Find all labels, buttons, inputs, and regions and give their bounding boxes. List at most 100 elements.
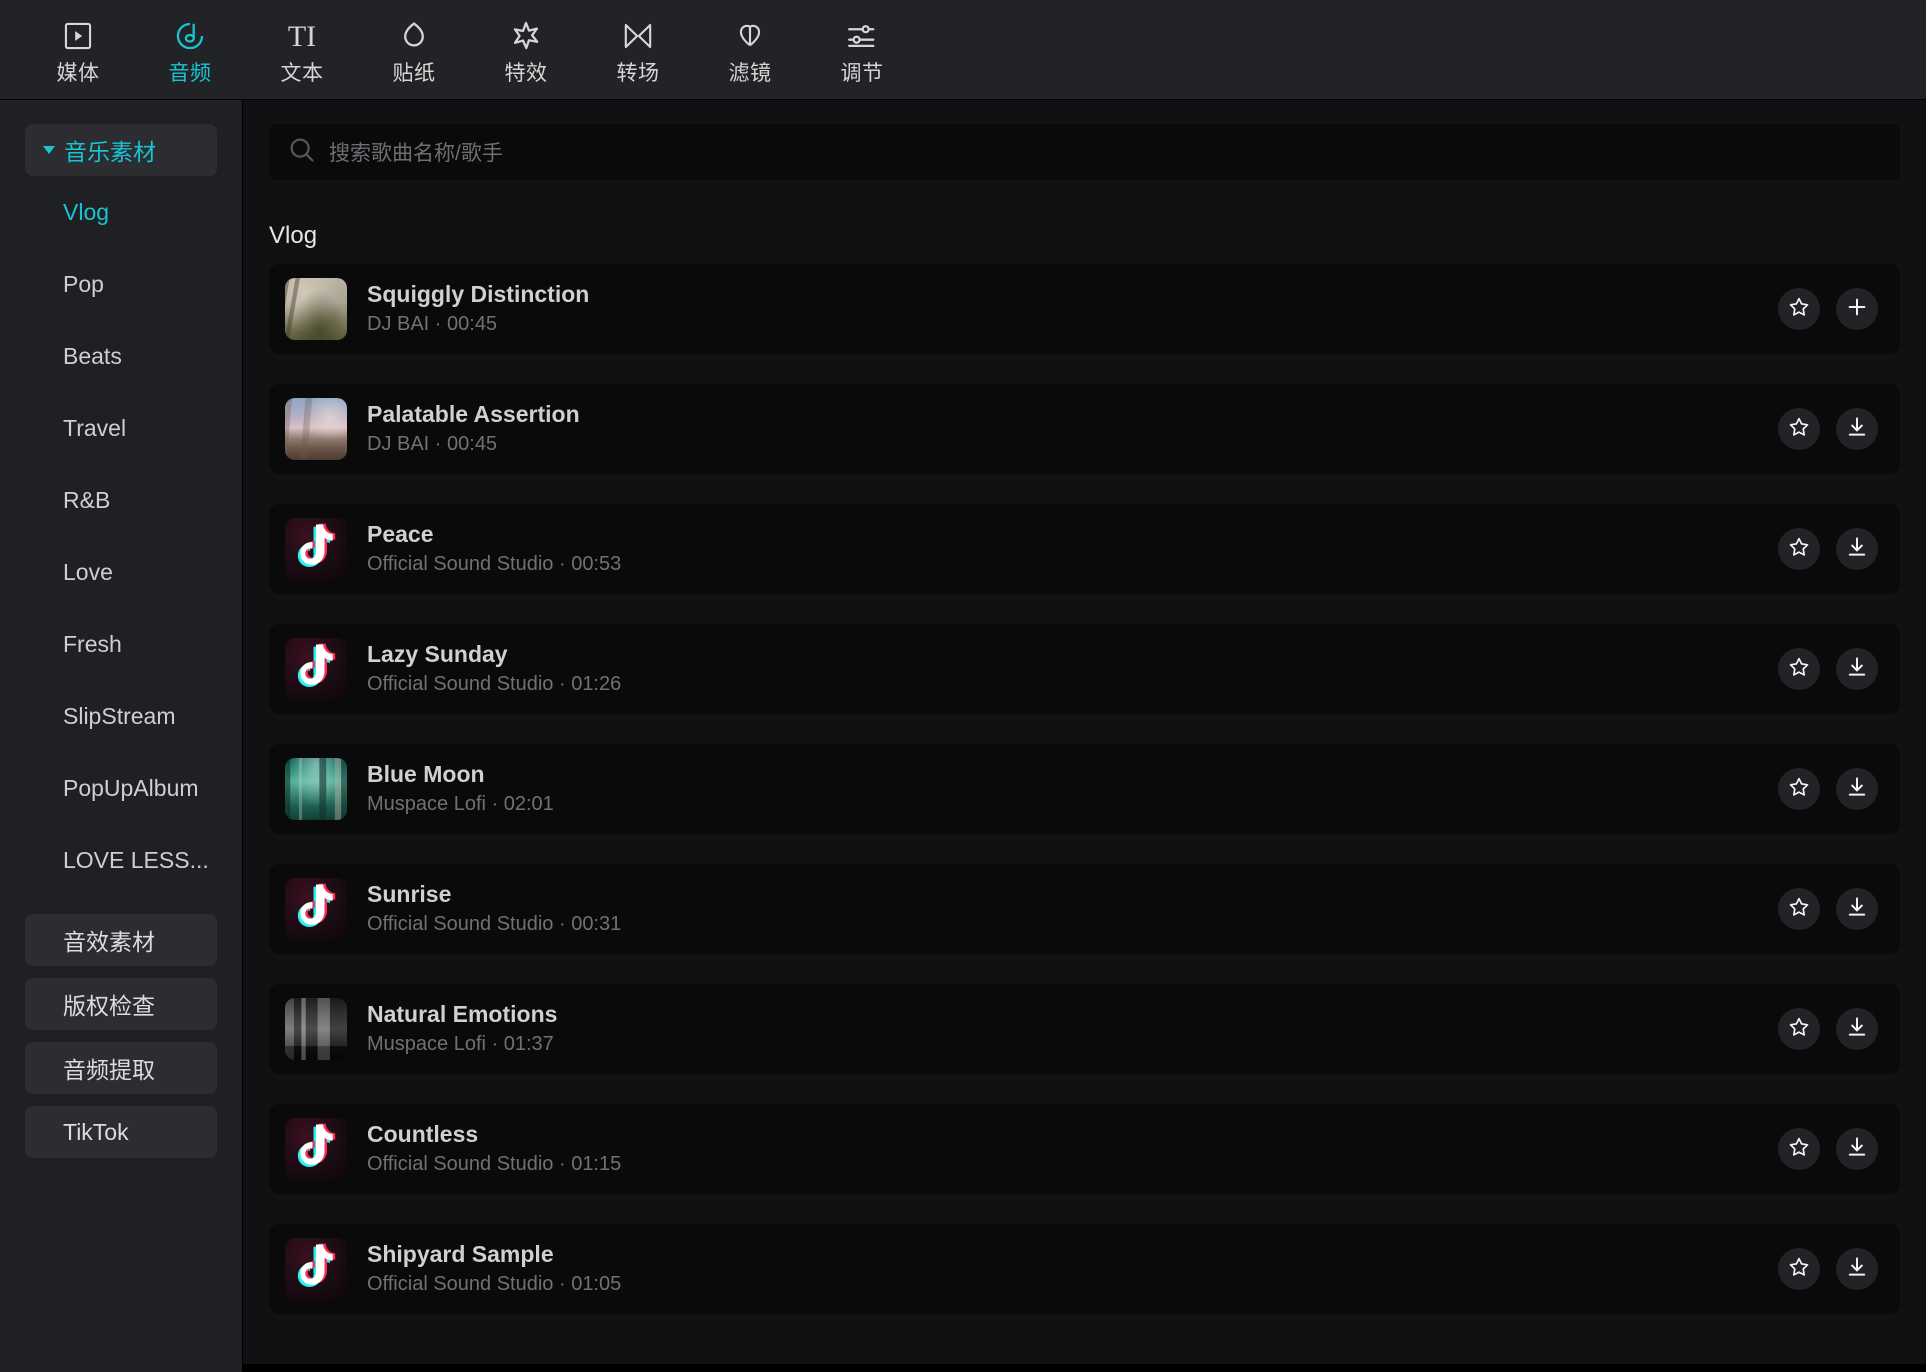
tiktok-logo-icon — [285, 518, 347, 580]
sidebar-item-vlog[interactable]: Vlog — [0, 176, 242, 248]
track-meta: Squiggly Distinction DJ BAI · 00:45 — [367, 280, 589, 339]
download-button[interactable] — [1836, 648, 1878, 690]
track-list[interactable]: Squiggly Distinction DJ BAI · 00:45 Pala… — [243, 264, 1926, 1372]
chevron-down-icon — [43, 146, 55, 154]
track-title: Sunrise — [367, 880, 452, 907]
download-button[interactable] — [1836, 768, 1878, 810]
toolbar-tab-4[interactable]: 特效 — [470, 2, 582, 98]
toolbar-tab-0[interactable]: 媒体 — [22, 2, 134, 98]
track-actions — [1778, 888, 1878, 930]
download-icon — [1845, 1015, 1869, 1044]
sidebar-item-label: SlipStream — [63, 702, 176, 729]
favorite-icon — [1787, 535, 1811, 564]
sidebar-item-r-b[interactable]: R&B — [0, 464, 242, 536]
download-button[interactable] — [1836, 408, 1878, 450]
download-button[interactable] — [1836, 1008, 1878, 1050]
toolbar-tab-6[interactable]: 滤镜 — [694, 2, 806, 98]
download-button[interactable] — [1836, 528, 1878, 570]
favorite-button[interactable] — [1778, 768, 1820, 810]
transition-icon — [621, 15, 655, 57]
favorite-button[interactable] — [1778, 408, 1820, 450]
sidebar-item-pop[interactable]: Pop — [0, 248, 242, 320]
track-row[interactable]: Lazy Sunday Official Sound Studio · 01:2… — [269, 624, 1900, 714]
track-subtitle: DJ BAI · 00:45 — [367, 313, 498, 336]
track-meta: Natural Emotions Muspace Lofi · 01:37 — [367, 1000, 557, 1059]
sidebar-item-popupalbum[interactable]: PopUpAlbum — [0, 752, 242, 824]
sidebar-button-1[interactable]: 版权检查 — [25, 978, 217, 1030]
track-actions — [1778, 408, 1878, 450]
sidebar-item-beats[interactable]: Beats — [0, 320, 242, 392]
track-row[interactable]: Squiggly Distinction DJ BAI · 00:45 — [269, 264, 1900, 354]
track-subtitle: Muspace Lofi · 01:37 — [367, 1033, 554, 1056]
download-icon — [1845, 415, 1869, 444]
sidebar-button-2[interactable]: 音频提取 — [25, 1042, 217, 1094]
album-art-image — [285, 398, 347, 460]
download-icon — [1845, 1135, 1869, 1164]
favorite-button[interactable] — [1778, 648, 1820, 690]
track-meta: Blue Moon Muspace Lofi · 02:01 — [367, 760, 554, 819]
sidebar-item-label: PopUpAlbum — [63, 774, 199, 801]
download-button[interactable] — [1836, 1248, 1878, 1290]
track-title: Natural Emotions — [367, 1000, 558, 1027]
track-subtitle: Muspace Lofi · 02:01 — [367, 793, 554, 816]
sidebar-button-3[interactable]: TikTok — [25, 1106, 217, 1158]
track-row[interactable]: Countless Official Sound Studio · 01:15 — [269, 1104, 1900, 1194]
favorite-button[interactable] — [1778, 288, 1820, 330]
audio-note-icon — [173, 15, 207, 57]
bottom-edge — [243, 1364, 1926, 1372]
favorite-button[interactable] — [1778, 888, 1820, 930]
track-actions — [1778, 768, 1878, 810]
track-meta: Sunrise Official Sound Studio · 00:31 — [367, 880, 621, 939]
favorite-icon — [1787, 775, 1811, 804]
media-icon — [61, 15, 95, 57]
track-meta: Peace Official Sound Studio · 00:53 — [367, 520, 621, 579]
track-row[interactable]: Blue Moon Muspace Lofi · 02:01 — [269, 744, 1900, 834]
toolbar-tab-label: 转场 — [616, 62, 660, 85]
track-title: Lazy Sunday — [367, 640, 508, 667]
favorite-icon — [1787, 1255, 1811, 1284]
toolbar-tab-label: 滤镜 — [728, 62, 772, 85]
toolbar-tab-1[interactable]: 音频 — [134, 2, 246, 98]
download-button[interactable] — [1836, 1128, 1878, 1170]
toolbar-tab-3[interactable]: 贴纸 — [358, 2, 470, 98]
toolbar-tab-label: 特效 — [504, 62, 548, 85]
track-title: Shipyard Sample — [367, 1240, 554, 1267]
toolbar-tab-label: 文本 — [280, 62, 324, 85]
sidebar-item-love-less[interactable]: LOVE LESS... — [0, 824, 242, 896]
sidebar-item-fresh[interactable]: Fresh — [0, 608, 242, 680]
download-button[interactable] — [1836, 888, 1878, 930]
toolbar-tab-5[interactable]: 转场 — [582, 2, 694, 98]
search-input[interactable]: 搜索歌曲名称/歌手 — [269, 124, 1900, 180]
favorite-button[interactable] — [1778, 1008, 1820, 1050]
album-art-image — [285, 758, 347, 820]
favorite-button[interactable] — [1778, 528, 1820, 570]
toolbar-tab-7[interactable]: 调节 — [806, 2, 918, 98]
sidebar-item-love[interactable]: Love — [0, 536, 242, 608]
tiktok-logo-icon — [285, 1118, 347, 1180]
sidebar-item-label: Fresh — [63, 630, 122, 657]
track-row[interactable]: Natural Emotions Muspace Lofi · 01:37 — [269, 984, 1900, 1074]
toolbar-tab-label: 贴纸 — [392, 62, 436, 85]
download-icon — [1845, 895, 1869, 924]
track-subtitle: Official Sound Studio · 01:26 — [367, 673, 622, 696]
track-row[interactable]: Palatable Assertion DJ BAI · 00:45 — [269, 384, 1900, 474]
sidebar-item-slipstream[interactable]: SlipStream — [0, 680, 242, 752]
track-subtitle: DJ BAI · 00:45 — [367, 433, 498, 456]
toolbar-tab-2[interactable]: TI 文本 — [246, 2, 358, 98]
favorite-button[interactable] — [1778, 1248, 1820, 1290]
sidebar-item-travel[interactable]: Travel — [0, 392, 242, 464]
add-button[interactable] — [1836, 288, 1878, 330]
sidebar-button-0[interactable]: 音效素材 — [25, 914, 217, 966]
favorite-icon — [1787, 655, 1811, 684]
track-thumbnail — [285, 878, 347, 940]
sidebar-group-label: 音乐素材 — [64, 139, 156, 165]
sidebar-group-music-library[interactable]: 音乐素材 — [25, 124, 217, 176]
track-row[interactable]: Shipyard Sample Official Sound Studio · … — [269, 1224, 1900, 1314]
toolbar-tab-label: 媒体 — [56, 62, 100, 85]
track-title: Peace — [367, 520, 434, 547]
track-row[interactable]: Peace Official Sound Studio · 00:53 — [269, 504, 1900, 594]
favorite-button[interactable] — [1778, 1128, 1820, 1170]
track-row[interactable]: Sunrise Official Sound Studio · 00:31 — [269, 864, 1900, 954]
text-ti-icon: TI — [279, 15, 325, 57]
track-meta: Shipyard Sample Official Sound Studio · … — [367, 1240, 621, 1299]
